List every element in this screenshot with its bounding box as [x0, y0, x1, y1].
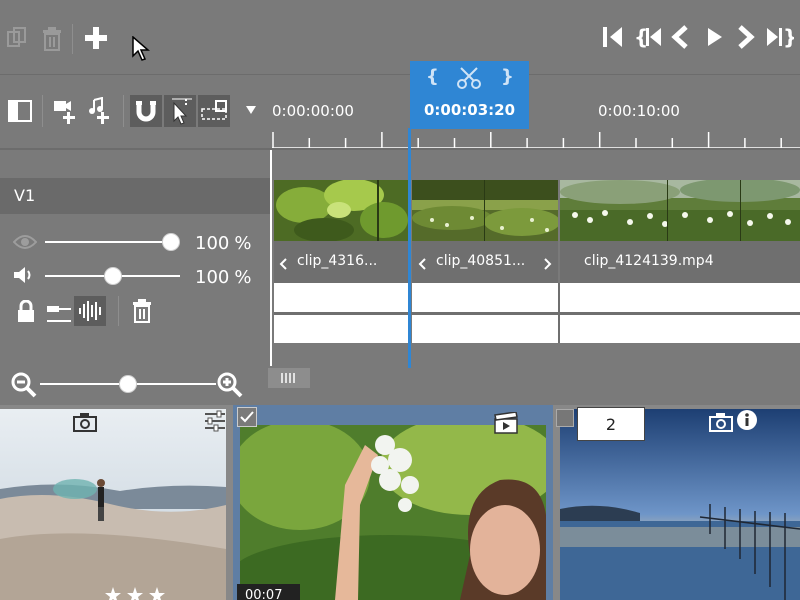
clip-boundary — [558, 283, 560, 343]
mouse-cursor-icon — [132, 36, 150, 62]
toolbar-divider — [72, 24, 73, 54]
main-toolbar: { } — [0, 0, 800, 75]
clip-label: clip_4124139.mp4 — [584, 253, 714, 269]
toolbar-divider — [123, 95, 124, 127]
zoom-out-icon[interactable] — [11, 372, 37, 398]
ripple-select-icon[interactable] — [164, 95, 196, 127]
ruler-label-start: 0:00:00:00 — [272, 102, 354, 120]
add-video-track-icon[interactable] — [52, 97, 80, 125]
svg-text:}: } — [783, 25, 794, 49]
play-icon[interactable] — [706, 25, 724, 49]
clip-thumbnail[interactable] — [412, 180, 558, 241]
select-checkbox[interactable] — [556, 409, 574, 427]
track-name: V1 — [14, 186, 36, 205]
playhead-line[interactable] — [408, 128, 411, 368]
chevron-down-icon[interactable] — [245, 105, 257, 115]
zoom-slider-knob[interactable] — [119, 375, 137, 393]
plus-icon[interactable] — [84, 26, 108, 50]
video-duration: 00:07 — [237, 584, 300, 600]
add-audio-track-icon[interactable] — [86, 97, 114, 125]
toolbar-divider — [42, 95, 43, 127]
clip-end-arrow-icon[interactable] — [544, 258, 552, 270]
opacity-slider-knob[interactable] — [162, 233, 180, 251]
volume-percent: 100% — [195, 267, 252, 288]
mark-in-icon[interactable]: { — [426, 66, 439, 87]
mark-out-icon[interactable]: } — [501, 66, 514, 87]
info-icon[interactable] — [736, 409, 758, 431]
clip-thumbnail[interactable] — [560, 180, 800, 241]
ruler-bottom-line — [0, 148, 800, 150]
media-item-video[interactable] — [240, 425, 546, 600]
copy-icon[interactable] — [6, 26, 32, 52]
scissors-icon[interactable] — [457, 67, 481, 89]
speaker-icon[interactable] — [13, 265, 35, 285]
clip-start-arrow-icon[interactable] — [418, 258, 426, 270]
camera-icon — [73, 412, 97, 432]
timeline-left-edge — [270, 150, 272, 366]
prev-marker-icon[interactable]: { — [634, 25, 662, 49]
lock-icon[interactable] — [15, 300, 37, 324]
adjust-sliders-icon[interactable] — [204, 410, 226, 432]
ruler-ticks — [272, 132, 800, 149]
clip-thumbnail[interactable] — [274, 180, 409, 241]
clip-label: clip_40851... — [436, 253, 526, 269]
skip-to-end-icon[interactable]: } — [766, 25, 794, 49]
next-frame-icon[interactable] — [737, 25, 755, 49]
select-checkbox[interactable] — [237, 407, 257, 427]
trash-icon[interactable] — [40, 26, 64, 52]
skip-to-start-icon[interactable] — [602, 25, 624, 49]
clip-start-arrow-icon[interactable] — [279, 258, 287, 270]
media-item-photo[interactable] — [0, 409, 226, 600]
magnet-snap-icon[interactable] — [130, 95, 162, 127]
audio-waveform-icon[interactable] — [74, 296, 106, 326]
opacity-percent: 100% — [195, 233, 252, 254]
playhead-time: 0:00:03:20 — [423, 101, 516, 119]
video-clip-icon — [494, 412, 520, 434]
toolbar-divider — [118, 296, 119, 326]
volume-slider-knob[interactable] — [103, 267, 122, 285]
ruler-label-10s: 0:00:10:00 — [598, 102, 680, 120]
rating-stars[interactable] — [105, 587, 185, 600]
camera-icon — [709, 412, 733, 432]
scrollbar-handle[interactable] — [268, 368, 310, 388]
eye-icon[interactable] — [13, 234, 37, 250]
prev-frame-icon[interactable] — [671, 25, 689, 49]
clip-label: clip_4316... — [297, 253, 378, 269]
audio-lane-divider — [274, 312, 800, 315]
selection-order-badge: 2 — [577, 407, 645, 441]
panel-toggle-icon[interactable] — [8, 100, 32, 122]
opacity-slider[interactable] — [45, 241, 171, 243]
track-header[interactable] — [0, 178, 272, 214]
trash-icon[interactable] — [131, 298, 153, 324]
track-lane-icon[interactable] — [45, 298, 73, 324]
zoom-in-icon[interactable] — [217, 372, 243, 398]
insert-mode-icon[interactable] — [198, 95, 230, 127]
